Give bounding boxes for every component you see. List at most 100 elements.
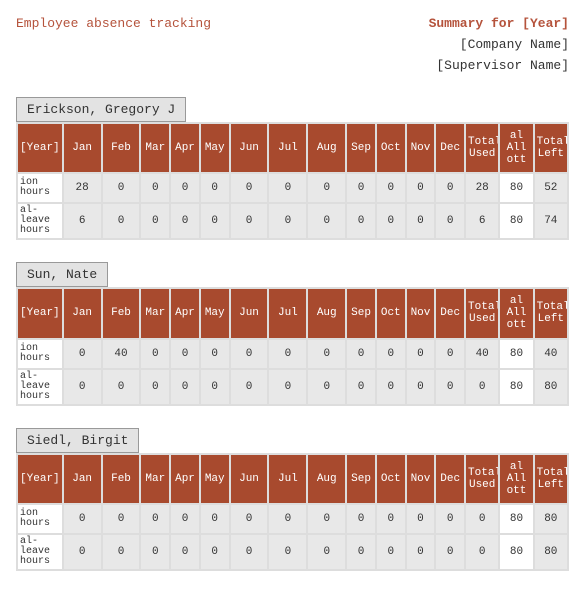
- month-cell: 0: [376, 173, 406, 203]
- month-cell: 0: [307, 339, 346, 369]
- month-cell: 0: [406, 369, 436, 405]
- month-cell: 0: [376, 203, 406, 239]
- col-month: Apr: [170, 454, 200, 504]
- col-month: Jan: [63, 288, 102, 338]
- month-cell: 0: [102, 504, 141, 534]
- employee-name: Siedl, Birgit: [16, 428, 139, 453]
- col-month: Mar: [140, 288, 170, 338]
- total-left-cell: 80: [534, 504, 568, 534]
- total-allotted-cell: 80: [499, 369, 533, 405]
- col-month: Apr: [170, 288, 200, 338]
- employee-name: Erickson, Gregory J: [16, 97, 186, 122]
- supervisor-name: [Supervisor Name]: [429, 58, 569, 73]
- month-cell: 0: [140, 534, 170, 570]
- col-month: Jan: [63, 454, 102, 504]
- month-cell: 0: [230, 369, 269, 405]
- total-allotted-cell: 80: [499, 203, 533, 239]
- col-month: Jan: [63, 123, 102, 173]
- month-cell: 0: [230, 504, 269, 534]
- col-month: May: [200, 454, 230, 504]
- table-row: al- leave hours60000000000068074: [17, 203, 568, 239]
- month-cell: 0: [435, 534, 465, 570]
- month-cell: 0: [435, 203, 465, 239]
- employees-container: Erickson, Gregory J[Year]JanFebMarAprMay…: [16, 97, 569, 571]
- month-cell: 0: [200, 173, 230, 203]
- col-month: Sep: [346, 123, 376, 173]
- month-cell: 0: [102, 369, 141, 405]
- row-label: al- leave hours: [17, 203, 63, 239]
- month-cell: 0: [268, 534, 307, 570]
- month-cell: 0: [230, 339, 269, 369]
- month-cell: 0: [346, 203, 376, 239]
- col-month: Mar: [140, 123, 170, 173]
- month-cell: 0: [346, 369, 376, 405]
- month-cell: 0: [268, 369, 307, 405]
- col-month: Jul: [268, 454, 307, 504]
- col-month: Sep: [346, 454, 376, 504]
- month-cell: 0: [170, 369, 200, 405]
- col-year: [Year]: [17, 288, 63, 338]
- total-used-cell: 0: [465, 369, 499, 405]
- month-cell: 0: [200, 504, 230, 534]
- month-cell: 0: [406, 173, 436, 203]
- month-cell: 0: [200, 369, 230, 405]
- month-cell: 0: [435, 339, 465, 369]
- month-cell: 40: [102, 339, 141, 369]
- table-row: ion hours00000000000008080: [17, 504, 568, 534]
- month-cell: 0: [140, 173, 170, 203]
- month-cell: 0: [307, 504, 346, 534]
- month-cell: 0: [63, 339, 102, 369]
- month-cell: 0: [435, 504, 465, 534]
- col-month: Jun: [230, 454, 269, 504]
- month-cell: 0: [376, 339, 406, 369]
- total-allotted-cell: 80: [499, 173, 533, 203]
- row-label: ion hours: [17, 504, 63, 534]
- month-cell: 0: [140, 369, 170, 405]
- col-month: Jul: [268, 288, 307, 338]
- col-month: Aug: [307, 123, 346, 173]
- table-row: ion hours2800000000000288052: [17, 173, 568, 203]
- month-cell: 28: [63, 173, 102, 203]
- col-month: Oct: [376, 123, 406, 173]
- absence-table: [Year]JanFebMarAprMayJunJulAugSepOctNovD…: [16, 453, 569, 571]
- col-total: Total Used: [465, 123, 499, 173]
- month-cell: 0: [102, 173, 141, 203]
- col-month: Dec: [435, 454, 465, 504]
- month-cell: 0: [406, 534, 436, 570]
- month-cell: 0: [140, 339, 170, 369]
- month-cell: 0: [376, 504, 406, 534]
- month-cell: 0: [170, 173, 200, 203]
- col-year: [Year]: [17, 123, 63, 173]
- month-cell: 0: [346, 534, 376, 570]
- total-left-cell: 52: [534, 173, 568, 203]
- col-total: Total Used: [465, 454, 499, 504]
- summary-label: Summary for [Year]: [429, 16, 569, 31]
- col-month: Nov: [406, 288, 436, 338]
- month-cell: 0: [140, 504, 170, 534]
- total-used-cell: 28: [465, 173, 499, 203]
- month-cell: 0: [230, 173, 269, 203]
- month-cell: 0: [376, 369, 406, 405]
- total-left-cell: 74: [534, 203, 568, 239]
- col-month: Nov: [406, 454, 436, 504]
- month-cell: 0: [406, 339, 436, 369]
- col-month: Feb: [102, 123, 141, 173]
- table-row: ion hours0400000000000408040: [17, 339, 568, 369]
- col-total: al All ott: [499, 288, 533, 338]
- col-total: Total Left: [534, 454, 568, 504]
- employee-name: Sun, Nate: [16, 262, 108, 287]
- col-month: Dec: [435, 123, 465, 173]
- month-cell: 0: [346, 173, 376, 203]
- company-name: [Company Name]: [429, 37, 569, 52]
- col-total: Total Left: [534, 288, 568, 338]
- month-cell: 0: [376, 534, 406, 570]
- page-title: Employee absence tracking: [16, 16, 211, 73]
- total-allotted-cell: 80: [499, 504, 533, 534]
- table-row: al- leave hours00000000000008080: [17, 534, 568, 570]
- col-month: May: [200, 123, 230, 173]
- month-cell: 0: [307, 534, 346, 570]
- col-total: Total Used: [465, 288, 499, 338]
- month-cell: 0: [102, 203, 141, 239]
- month-cell: 0: [406, 504, 436, 534]
- col-month: Oct: [376, 288, 406, 338]
